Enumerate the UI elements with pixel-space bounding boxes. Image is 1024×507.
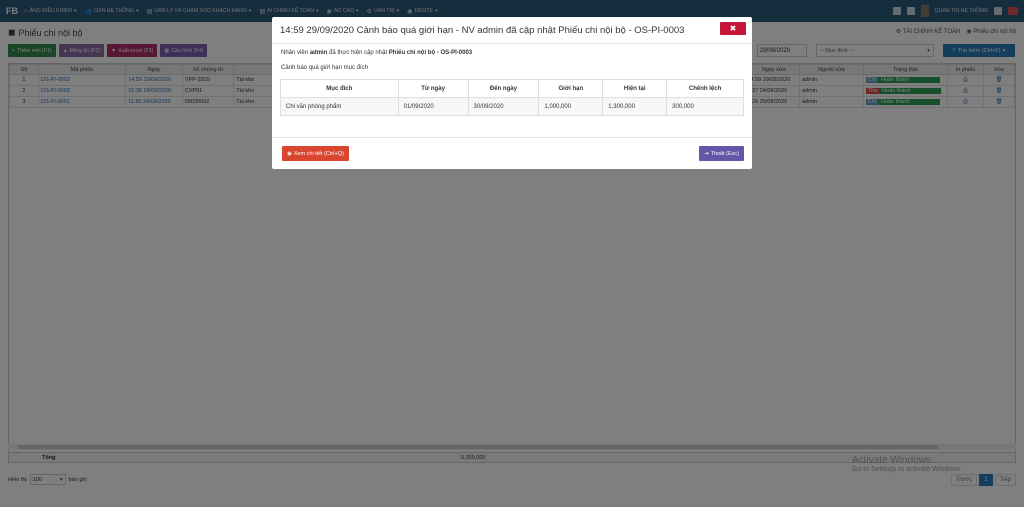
- close-icon: ✖: [729, 24, 737, 33]
- modal-message: Nhân viên admin đã thực hiện cập nhật Ph…: [281, 50, 473, 56]
- close-button[interactable]: ✖: [720, 22, 746, 35]
- exit-button[interactable]: ⇥ Thoát (Esc): [698, 146, 744, 161]
- modal-footer-divider: [272, 137, 752, 138]
- modal-subtitle: Cảnh báo quá giới hạn mục đích: [281, 65, 368, 71]
- limit-table: Mục đích Từ ngày Đến ngày Giới hạn Hiện …: [280, 79, 744, 116]
- exit-icon: ⇥: [703, 150, 709, 157]
- modal-title: 14:59 29/09/2020 Cảnh báo quá giới hạn -…: [272, 17, 752, 44]
- table-row: Chi văn phòng phẩm 01/09/2020 30/09/2020…: [280, 97, 744, 116]
- warning-modal: 14:59 29/09/2020 Cảnh báo quá giới hạn -…: [272, 17, 752, 169]
- eye-icon: ◉: [287, 150, 292, 157]
- view-detail-button[interactable]: ◉ Xem chi tiết (Ctrl+Q): [282, 146, 349, 161]
